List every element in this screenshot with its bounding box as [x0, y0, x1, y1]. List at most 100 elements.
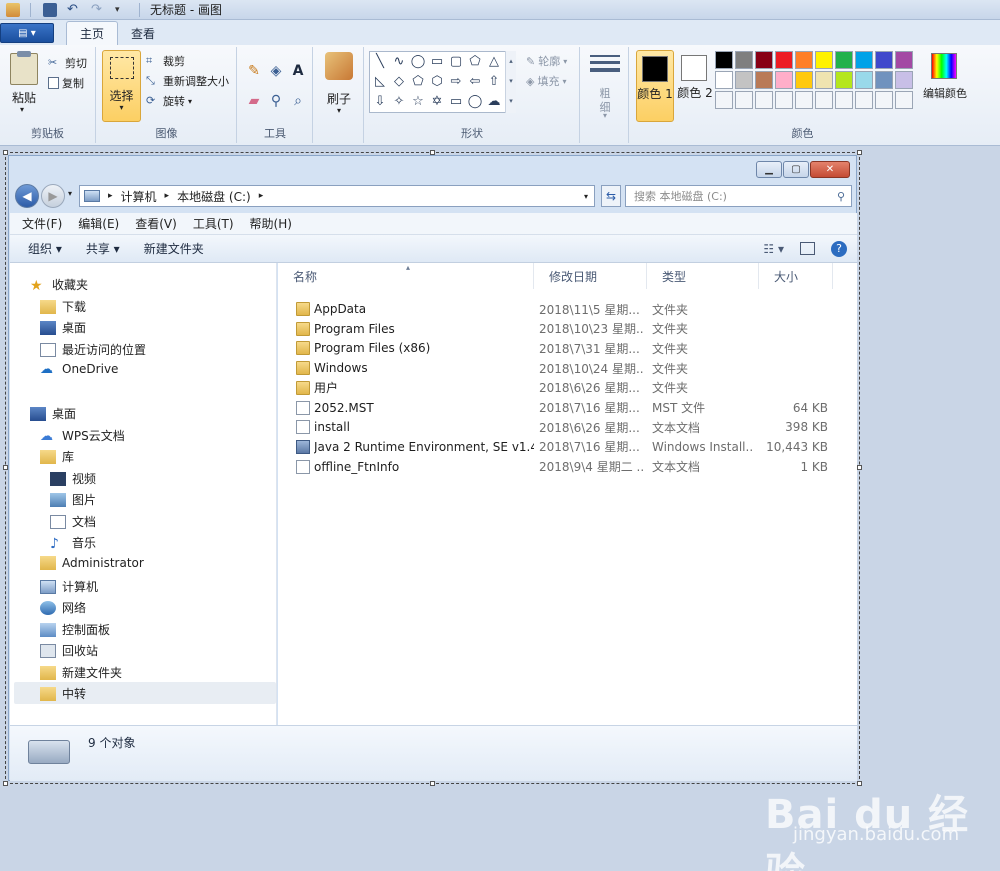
nav-recycle-bin[interactable]: 回收站 [40, 642, 98, 659]
save-icon[interactable] [43, 2, 57, 17]
redo-icon[interactable]: ↷ [91, 2, 105, 17]
column-type[interactable]: 类型 [647, 263, 759, 289]
copy-button[interactable]: 复制 [48, 75, 84, 91]
paint-menu-button[interactable]: ▤ ▾ [0, 23, 54, 43]
left-arrow-shape-icon[interactable]: ⇦ [467, 73, 483, 89]
cut-button[interactable]: ✂ 剪切 [48, 55, 87, 71]
forward-icon[interactable]: ▶ [41, 184, 65, 208]
diamond-shape-icon[interactable]: ◇ [391, 73, 407, 89]
pentagon-shape-icon[interactable]: ⬠ [410, 73, 426, 89]
line-shape-icon[interactable]: ╲ [372, 53, 388, 69]
address-bar[interactable]: ▸ 计算机 ▸ 本地磁盘 (C:) ▸ ▾ [79, 185, 595, 207]
resize-handle[interactable] [430, 781, 435, 786]
maximize-icon[interactable]: ▢ [783, 161, 809, 178]
share-button[interactable]: 共享 ▾ [86, 240, 120, 257]
callout-cloud-shape-icon[interactable]: ☁ [486, 93, 502, 109]
menu-edit[interactable]: 编辑(E) [78, 215, 119, 232]
resize-handle[interactable] [857, 465, 862, 470]
up-arrow-shape-icon[interactable]: ⇧ [486, 73, 502, 89]
nav-pictures[interactable]: 图片 [50, 491, 96, 508]
file-row[interactable]: offline_FtnInfo 2018\9\4 星期二 ... 文本文档 1 KB [278, 457, 838, 477]
address-dropdown-icon[interactable]: ▾ [584, 192, 588, 201]
nav-recent[interactable]: 最近访问的位置 [40, 341, 146, 358]
rotate-button[interactable]: ⟳ 旋转 ▾ [146, 93, 192, 109]
crop-button[interactable]: ⌗ 裁剪 [146, 53, 185, 69]
shapes-gallery[interactable]: ╲ ∿ ◯ ▭ ▢ ⬠ △ ◺ ◇ ⬠ ⬡ ⇨ ⇦ ⇧ ⇩ ✧ ☆ ✡ ▭ ◯ … [369, 51, 515, 113]
nav-documents[interactable]: 文档 [50, 513, 96, 530]
back-icon[interactable]: ◀ [15, 184, 39, 208]
paste-icon[interactable] [10, 51, 38, 85]
curve-shape-icon[interactable]: ∿ [391, 53, 407, 69]
nav-desktop-favorite[interactable]: 桌面 [40, 319, 86, 336]
text-icon[interactable]: A [288, 61, 308, 81]
triangle-shape-icon[interactable]: △ [486, 53, 502, 69]
paste-dropdown-icon[interactable]: ▾ [20, 105, 24, 114]
nav-administrator[interactable]: Administrator [40, 556, 144, 570]
callout-rect-shape-icon[interactable]: ▭ [448, 93, 464, 109]
menu-tools[interactable]: 工具(T) [193, 215, 234, 232]
column-name[interactable]: 名称 [278, 263, 534, 289]
nav-control-panel[interactable]: 控制面板 [40, 621, 110, 638]
paste-button[interactable]: 粘贴 [12, 89, 36, 106]
fill-button[interactable]: ◈ 填充 ▾ [526, 73, 566, 89]
file-row[interactable]: install 2018\6\26 星期... 文本文档 398 KB [278, 417, 838, 437]
view-options-icon[interactable]: ☷ ▾ [763, 242, 784, 256]
hexagon-shape-icon[interactable]: ⬡ [429, 73, 445, 89]
help-icon[interactable]: ? [831, 240, 847, 257]
file-row[interactable]: Java 2 Runtime Environment, SE v1.4.... 2… [278, 437, 838, 457]
search-icon[interactable]: ⚲ [837, 190, 845, 203]
polygon-shape-icon[interactable]: ⬠ [467, 53, 483, 69]
search-input[interactable]: 搜索 本地磁盘 (C:) ⚲ [625, 185, 852, 207]
recent-pages-icon[interactable]: ▾ [68, 189, 72, 198]
rectangle-shape-icon[interactable]: ▭ [429, 53, 445, 69]
shapes-scroll[interactable]: ▴ ▾ ▾ [505, 51, 516, 113]
resize-button[interactable]: ⤡ 重新调整大小 [146, 73, 229, 89]
nav-video[interactable]: 视频 [50, 470, 96, 487]
resize-handle[interactable] [3, 781, 8, 786]
nav-favorites[interactable]: ★ 收藏夹 [30, 276, 88, 294]
callout-oval-shape-icon[interactable]: ◯ [467, 93, 483, 109]
nav-new-folder[interactable]: 新建文件夹 [40, 664, 122, 681]
undo-icon[interactable]: ↶ [67, 2, 81, 17]
column-date[interactable]: 修改日期 [534, 263, 647, 289]
nav-transfer[interactable]: 中转 [40, 685, 86, 702]
tab-home[interactable]: 主页 [66, 21, 119, 45]
nav-library[interactable]: 库 [40, 448, 74, 465]
new-folder-button[interactable]: 新建文件夹 [144, 240, 204, 257]
nav-music[interactable]: ♪ 音乐 [50, 534, 96, 552]
rounded-rectangle-shape-icon[interactable]: ▢ [448, 53, 464, 69]
nav-wps[interactable]: ☁ WPS云文档 [40, 427, 125, 444]
paint-app-icon[interactable] [6, 2, 20, 17]
menu-file[interactable]: 文件(F) [22, 215, 62, 232]
five-point-star-shape-icon[interactable]: ☆ [410, 93, 426, 109]
nav-desktop[interactable]: 桌面 [30, 405, 76, 422]
menu-help[interactable]: 帮助(H) [250, 215, 292, 232]
magnifier-icon[interactable]: ⌕ [288, 91, 308, 111]
resize-handle[interactable] [857, 150, 862, 155]
breadcrumb-computer[interactable]: 计算机 [121, 188, 157, 205]
nav-onedrive[interactable]: ☁ OneDrive [40, 362, 118, 377]
file-row[interactable]: 用户 2018\6\26 星期... 文件夹 [278, 378, 838, 398]
file-row[interactable]: 2052.MST 2018\7\16 星期... MST 文件 64 KB [278, 398, 838, 418]
outline-button[interactable]: ✎ 轮廓 ▾ [526, 53, 567, 69]
refresh-icon[interactable]: ⇆ [601, 185, 621, 207]
eraser-icon[interactable]: ▰ [244, 91, 264, 111]
pencil-icon[interactable]: ✎ [244, 61, 264, 81]
organize-button[interactable]: 组织 ▾ [28, 240, 62, 257]
minimize-icon[interactable]: ▁ [756, 161, 782, 178]
customize-quick-access-icon[interactable]: ▾ [115, 3, 129, 17]
nav-downloads[interactable]: 下载 [40, 298, 86, 315]
file-row[interactable]: Program Files (x86) 2018\7\31 星期... 文件夹 [278, 338, 838, 358]
down-arrow-shape-icon[interactable]: ⇩ [372, 93, 388, 109]
right-arrow-shape-icon[interactable]: ⇨ [448, 73, 464, 89]
right-triangle-shape-icon[interactable]: ◺ [372, 73, 388, 89]
nav-network[interactable]: 网络 [40, 599, 86, 616]
file-row[interactable]: Program Files 2018\10\23 星期... 文件夹 [278, 319, 838, 339]
six-point-star-shape-icon[interactable]: ✡ [429, 93, 445, 109]
oval-shape-icon[interactable]: ◯ [410, 53, 426, 69]
close-icon[interactable]: ✕ [810, 161, 850, 178]
select-button[interactable]: 选择 ▾ [102, 50, 141, 122]
column-size[interactable]: 大小 [759, 263, 833, 289]
color-picker-icon[interactable]: ⚲ [266, 91, 286, 111]
file-row[interactable]: AppData 2018\11\5 星期... 文件夹 [278, 299, 838, 319]
